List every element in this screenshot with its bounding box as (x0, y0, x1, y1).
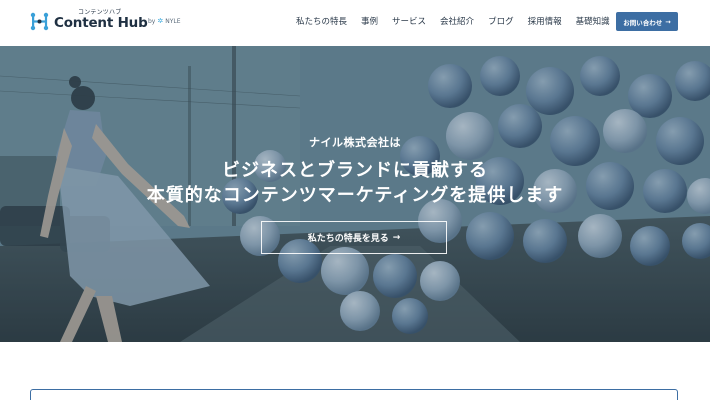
contact-button[interactable]: お問い合わせ → (616, 12, 678, 31)
logo-text: コンテンツハブ Content Hub (54, 9, 148, 31)
nav-item-features[interactable]: 私たちの特長 (296, 15, 347, 27)
content-hub-logo[interactable]: コンテンツハブ Content Hub (30, 9, 148, 31)
nyle-logo-icon: ✲ (157, 17, 164, 25)
arrow-right-icon: → (392, 232, 401, 243)
nav-item-company[interactable]: 会社紹介 (440, 15, 474, 27)
content-hub-logo-icon (30, 12, 49, 31)
arrow-right-icon: → (665, 17, 671, 26)
nav-item-basics[interactable]: 基礎知識 (576, 15, 610, 27)
nyle-name: NYLE (165, 17, 181, 25)
nav-item-cases[interactable]: 事例 (361, 15, 378, 27)
site-header: コンテンツハブ Content Hub by ✲ NYLE 私たちの特長 事例 … (0, 0, 710, 46)
nav-item-blog[interactable]: ブログ (488, 15, 514, 27)
nyle-credit[interactable]: by ✲ NYLE (148, 17, 181, 25)
hero-company-name: ナイル株式会社は (309, 136, 401, 149)
features-cta-button[interactable]: 私たちの特長を見る → (261, 221, 447, 254)
features-cta-label: 私たちの特長を見る (307, 234, 389, 244)
hero-headline-line1: ビジネスとブランドに貢献する (222, 160, 488, 181)
logo-title: Content Hub (54, 15, 148, 31)
intro-section-box (30, 389, 678, 400)
nav-item-recruit[interactable]: 採用情報 (528, 15, 562, 27)
main-nav: 私たちの特長 事例 サービス 会社紹介 ブログ 採用情報 基礎知識 (296, 15, 610, 27)
hero-section: ナイル株式会社は ビジネスとブランドに貢献する 本質的なコンテンツマーケティング… (0, 46, 710, 342)
by-label: by (148, 17, 156, 25)
contact-button-label: お問い合わせ (623, 18, 663, 27)
nav-item-services[interactable]: サービス (392, 15, 426, 27)
hero-headline-line2: 本質的なコンテンツマーケティングを提供します (146, 185, 564, 206)
